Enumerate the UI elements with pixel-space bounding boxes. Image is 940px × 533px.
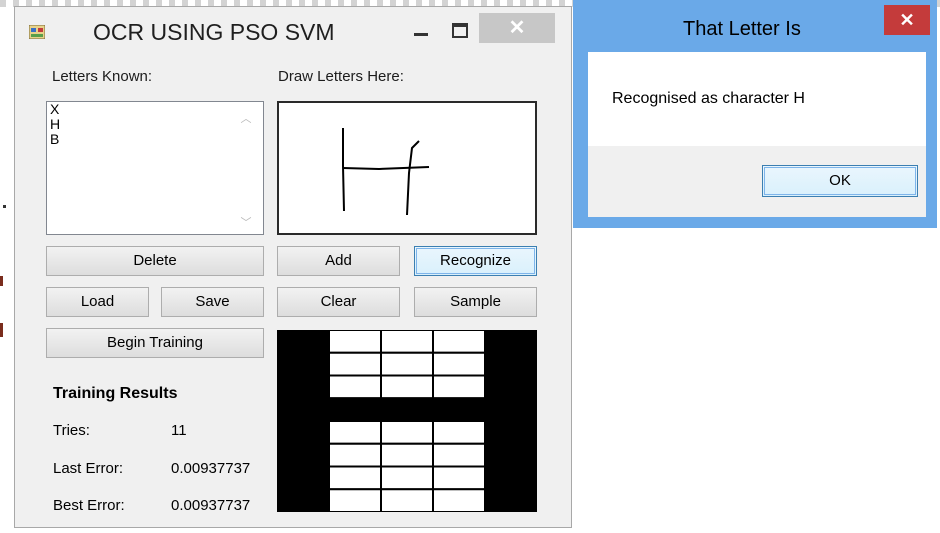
delete-button[interactable]: Delete bbox=[46, 246, 264, 276]
app-form-icon bbox=[29, 25, 45, 39]
grid-cell-filled bbox=[277, 442, 330, 468]
sample-button[interactable]: Sample bbox=[414, 287, 537, 317]
ocr-main-window: OCR USING PSO SVM ✕ Letters Known: Draw … bbox=[14, 6, 572, 528]
grid-cell-filled bbox=[484, 442, 537, 468]
grid-cell-filled bbox=[277, 330, 330, 354]
grid-cell-empty bbox=[380, 330, 434, 354]
begin-training-button[interactable]: Begin Training bbox=[46, 328, 264, 358]
grid-cell-empty bbox=[380, 351, 434, 377]
maximize-icon bbox=[452, 23, 468, 38]
grid-cell-filled bbox=[277, 351, 330, 377]
ok-button[interactable]: OK bbox=[762, 165, 918, 197]
letters-known-label: Letters Known: bbox=[52, 68, 153, 85]
grid-cell-empty bbox=[380, 488, 434, 512]
grid-cell-empty bbox=[328, 351, 382, 377]
scroll-down-icon[interactable]: ﹀ bbox=[237, 214, 255, 229]
background-dot bbox=[3, 205, 6, 208]
grid-cell-filled bbox=[277, 397, 330, 422]
close-icon: ✕ bbox=[899, 10, 915, 30]
dialog-body: Recognised as character H OK bbox=[588, 52, 926, 217]
grid-cell-empty bbox=[328, 374, 382, 400]
window-title: OCR USING PSO SVM bbox=[93, 19, 335, 45]
tries-label: Tries: bbox=[53, 422, 90, 439]
grid-cell-filled bbox=[277, 420, 330, 445]
grid-cell-empty bbox=[328, 465, 382, 491]
grid-cell-filled bbox=[432, 397, 486, 422]
grid-cell-empty bbox=[432, 330, 486, 354]
grid-cell-empty bbox=[328, 488, 382, 512]
best-error-value: 0.00937737 bbox=[171, 497, 251, 514]
grid-cell-empty bbox=[380, 420, 434, 445]
sample-letter-grid bbox=[277, 330, 537, 512]
grid-cell-filled bbox=[484, 351, 537, 377]
clear-button[interactable]: Clear bbox=[277, 287, 400, 317]
grid-cell-filled bbox=[484, 374, 537, 400]
grid-cell-filled bbox=[484, 330, 537, 354]
recognition-dialog: That Letter Is ✕ Recognised as character… bbox=[573, 0, 937, 228]
tries-value: 11 bbox=[171, 422, 187, 439]
grid-cell-filled bbox=[277, 465, 330, 491]
grid-cell-empty bbox=[380, 442, 434, 468]
grid-cell-filled bbox=[277, 374, 330, 400]
grid-cell-filled bbox=[484, 465, 537, 491]
add-button[interactable]: Add bbox=[277, 246, 400, 276]
grid-cell-empty bbox=[328, 442, 382, 468]
minimize-icon bbox=[414, 33, 428, 36]
scroll-up-icon[interactable]: ︿ bbox=[237, 110, 255, 125]
dialog-footer: OK bbox=[588, 146, 926, 217]
grid-cell-filled bbox=[484, 488, 537, 512]
grid-cell-empty bbox=[432, 420, 486, 445]
grid-cell-empty bbox=[432, 374, 486, 400]
main-title-bar[interactable]: OCR USING PSO SVM ✕ bbox=[15, 7, 571, 57]
best-error-label: Best Error: bbox=[53, 497, 125, 514]
grid-cell-empty bbox=[432, 465, 486, 491]
maximize-button[interactable] bbox=[445, 17, 473, 43]
drawn-letter-strokes bbox=[342, 128, 430, 216]
grid-cell-empty bbox=[432, 488, 486, 512]
grid-cell-empty bbox=[328, 420, 382, 445]
save-button[interactable]: Save bbox=[161, 287, 264, 317]
grid-cell-empty bbox=[432, 351, 486, 377]
grid-cell-filled bbox=[328, 397, 382, 422]
grid-cell-empty bbox=[380, 374, 434, 400]
dialog-close-button[interactable]: ✕ bbox=[884, 5, 930, 35]
load-button[interactable]: Load bbox=[46, 287, 149, 317]
list-item[interactable]: H bbox=[47, 117, 263, 132]
minimize-button[interactable] bbox=[407, 19, 435, 45]
list-item[interactable]: B bbox=[47, 132, 263, 147]
grid-cell-filled bbox=[277, 488, 330, 512]
grid-cell-filled bbox=[380, 397, 434, 422]
grid-cell-empty bbox=[380, 465, 434, 491]
dialog-title: That Letter Is bbox=[683, 18, 801, 40]
grid-cell-empty bbox=[328, 330, 382, 354]
draw-letters-label: Draw Letters Here: bbox=[278, 68, 404, 85]
letters-listbox[interactable]: X H B ︿ ﹀ bbox=[46, 101, 264, 235]
grid-cell-filled bbox=[484, 397, 537, 422]
last-error-value: 0.00937737 bbox=[171, 460, 251, 477]
close-button[interactable]: ✕ bbox=[479, 13, 555, 43]
recognize-button[interactable]: Recognize bbox=[414, 246, 537, 276]
grid-cell-empty bbox=[432, 442, 486, 468]
training-results-title: Training Results bbox=[53, 385, 178, 402]
grid-cell-filled bbox=[484, 420, 537, 445]
drawing-canvas[interactable] bbox=[277, 101, 537, 235]
list-item[interactable]: X bbox=[47, 102, 263, 117]
dialog-message: Recognised as character H bbox=[612, 90, 805, 107]
close-icon: ✕ bbox=[508, 17, 526, 39]
last-error-label: Last Error: bbox=[53, 460, 124, 477]
